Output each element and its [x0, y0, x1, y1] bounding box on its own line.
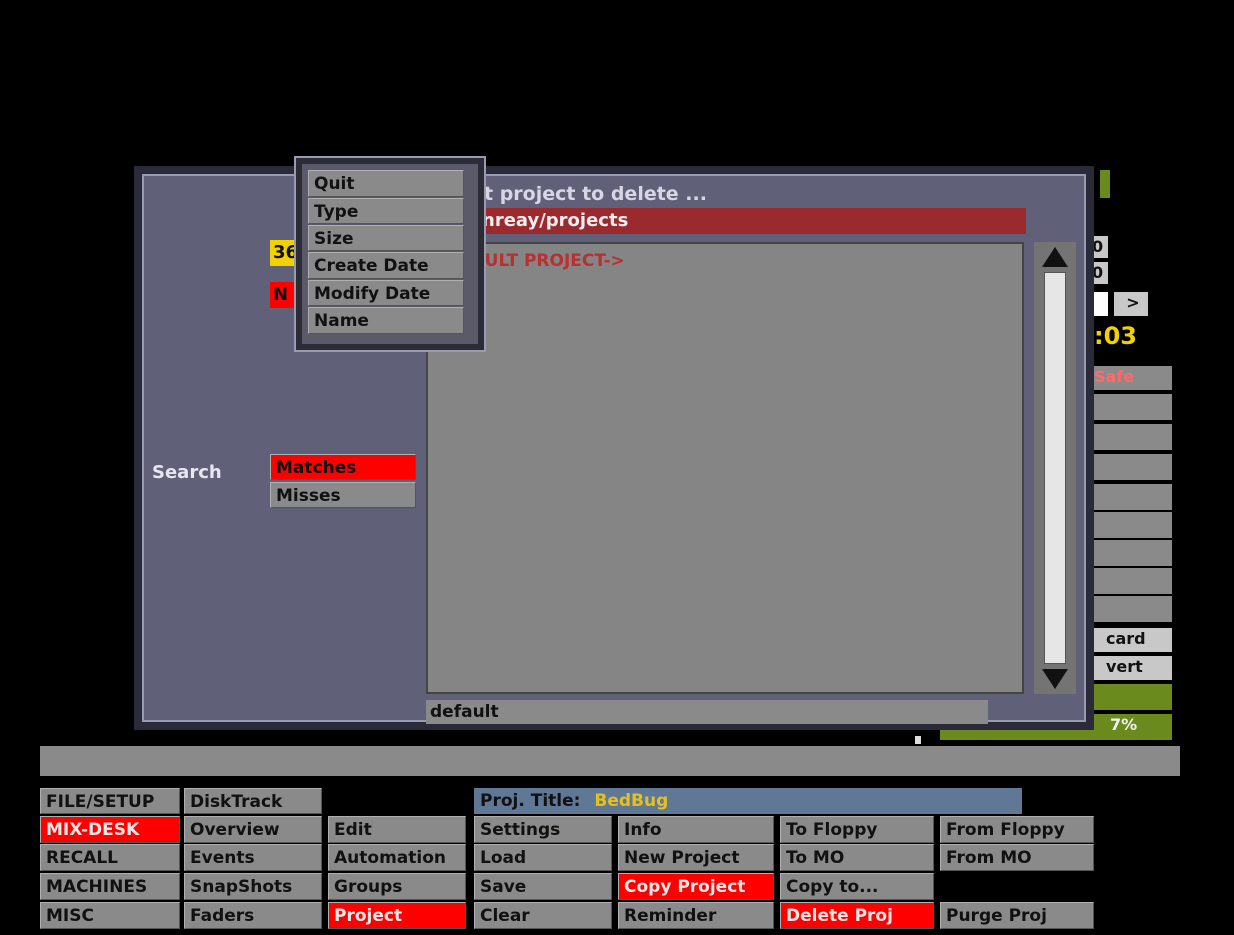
- menu-recall[interactable]: RECALL: [40, 844, 180, 871]
- menu-reminder[interactable]: Reminder: [618, 902, 774, 929]
- dialog-body: t project to delete ... nreay/projects 3…: [142, 174, 1086, 724]
- menu-save[interactable]: Save: [474, 873, 612, 900]
- menu-faders[interactable]: Faders: [184, 902, 322, 929]
- dialog-title: t project to delete ...: [484, 183, 707, 205]
- message-bar: [40, 746, 1180, 776]
- time-readout: :03: [1094, 322, 1137, 350]
- menu-copy-to[interactable]: Copy to...: [780, 873, 934, 900]
- green-indicator: [1100, 170, 1110, 198]
- menu-from-mo[interactable]: From MO: [940, 844, 1094, 871]
- panel-slot-4[interactable]: [1090, 484, 1172, 510]
- project-name-field[interactable]: default: [426, 700, 988, 724]
- menu-new-project[interactable]: New Project: [618, 844, 774, 871]
- menu-purge-proj[interactable]: Purge Proj: [940, 902, 1094, 929]
- search-label: Search: [152, 462, 222, 483]
- scroll-track[interactable]: [1044, 272, 1066, 664]
- scrollbar[interactable]: [1034, 242, 1076, 694]
- nav-right-button[interactable]: >: [1114, 292, 1148, 316]
- menu-machines[interactable]: MACHINES: [40, 873, 180, 900]
- menu-load[interactable]: Load: [474, 844, 612, 871]
- menu-edit[interactable]: Edit: [328, 816, 466, 843]
- menu-name[interactable]: Name: [308, 307, 464, 334]
- project-list-item[interactable]: AULT PROJECT->: [472, 250, 625, 272]
- menu-size[interactable]: Size: [308, 225, 464, 251]
- menu-misc[interactable]: MISC: [40, 902, 180, 929]
- panel-slot-7[interactable]: [1090, 568, 1172, 594]
- menu-from-floppy[interactable]: From Floppy: [940, 816, 1094, 843]
- menu-to-mo[interactable]: To MO: [780, 844, 934, 871]
- sort-menu: Quit Type Size Create Date Modify Date N…: [294, 156, 486, 352]
- path-bar: nreay/projects: [434, 208, 1026, 234]
- menu-snapshots[interactable]: SnapShots: [184, 873, 322, 900]
- menu-copy-project[interactable]: Copy Project: [618, 873, 774, 900]
- menu-info[interactable]: Info: [618, 816, 774, 843]
- menu-mix-desk[interactable]: MIX-DESK: [40, 816, 180, 843]
- safe-button[interactable]: Safe: [1090, 366, 1172, 390]
- panel-slot-8[interactable]: [1090, 596, 1172, 622]
- panel-slot-6[interactable]: [1090, 540, 1172, 566]
- panel-slot-2[interactable]: [1090, 424, 1172, 450]
- project-list[interactable]: AULT PROJECT->: [426, 242, 1024, 694]
- menu-delete-proj[interactable]: Delete Proj: [780, 902, 934, 929]
- menu-quit[interactable]: Quit: [308, 170, 464, 197]
- delete-project-dialog: t project to delete ... nreay/projects 3…: [134, 166, 1094, 730]
- scroll-down-icon[interactable]: [1040, 666, 1070, 692]
- menu-disktrack[interactable]: DiskTrack: [184, 788, 322, 814]
- search-matches-option[interactable]: Matches: [270, 454, 416, 480]
- menu-overview[interactable]: Overview: [184, 816, 322, 843]
- menu-type[interactable]: Type: [308, 198, 464, 224]
- project-title-bar: Proj. Title: BedBug: [474, 788, 1022, 814]
- menu-project[interactable]: Project: [328, 902, 466, 929]
- panel-slot-5[interactable]: [1090, 512, 1172, 538]
- revert-button[interactable]: vert: [1090, 656, 1172, 680]
- menu-file-setup[interactable]: FILE/SETUP: [40, 788, 180, 814]
- marker-dot: [915, 736, 921, 744]
- path-text: nreay/projects: [482, 210, 629, 231]
- menu-settings[interactable]: Settings: [474, 816, 612, 843]
- search-misses-option[interactable]: Misses: [270, 482, 416, 508]
- menu-events[interactable]: Events: [184, 844, 322, 871]
- menu-modify-date[interactable]: Modify Date: [308, 280, 464, 306]
- scroll-up-icon[interactable]: [1040, 244, 1070, 270]
- panel-slot-1[interactable]: [1090, 394, 1172, 420]
- project-title-label: Proj. Title:: [480, 791, 581, 811]
- menu-create-date[interactable]: Create Date: [308, 252, 464, 279]
- discard-button[interactable]: card: [1090, 628, 1172, 652]
- status-bar-green: [1090, 684, 1172, 710]
- menu-clear[interactable]: Clear: [474, 902, 612, 929]
- menu-automation[interactable]: Automation: [328, 844, 466, 871]
- menu-to-floppy[interactable]: To Floppy: [780, 816, 934, 843]
- project-title-value: BedBug: [594, 791, 669, 811]
- menu-groups[interactable]: Groups: [328, 873, 466, 900]
- panel-slot-3[interactable]: [1090, 454, 1172, 480]
